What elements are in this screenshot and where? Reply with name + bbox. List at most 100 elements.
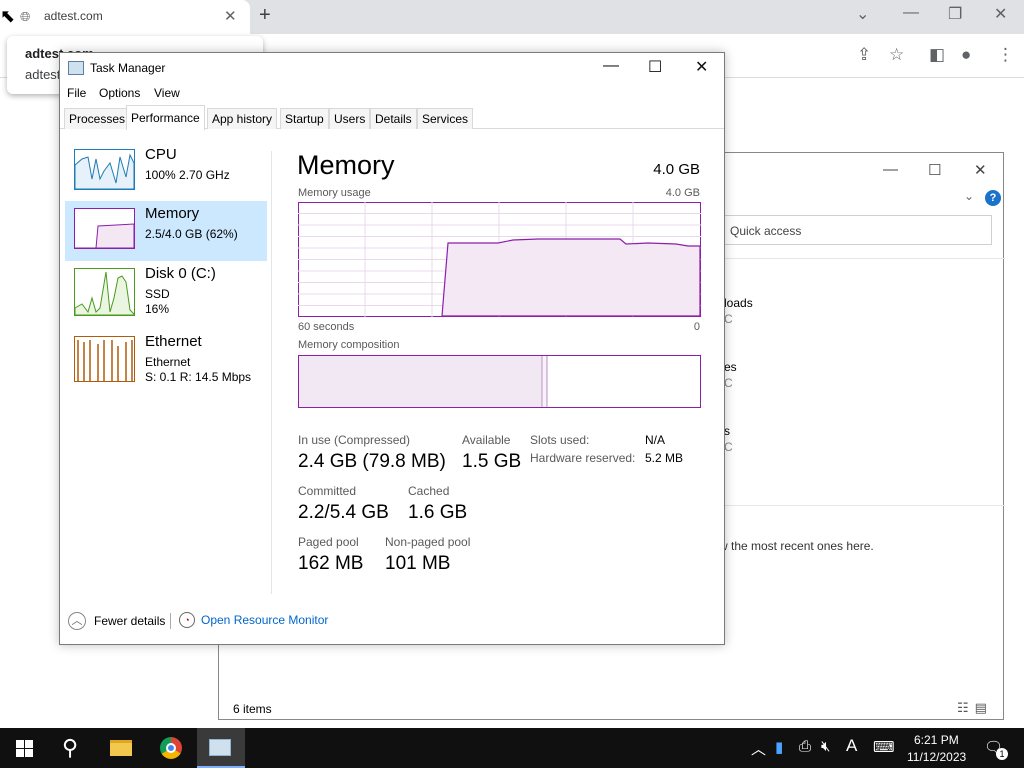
minimize-icon[interactable]: —	[903, 4, 919, 22]
folder-item-location: C	[724, 376, 733, 390]
clock-time[interactable]: 6:21 PM	[914, 733, 959, 747]
restore-icon[interactable]: ❐	[948, 4, 962, 24]
close-tab-icon[interactable]: ✕	[224, 7, 237, 25]
explorer-maximize-icon[interactable]: ☐	[928, 161, 941, 179]
non-paged-pool-value: 101 MB	[385, 553, 451, 574]
title-bar[interactable]: Task Manager — ☐ ✕	[60, 53, 724, 83]
close-icon[interactable]: ✕	[695, 57, 708, 77]
tray-app-icon[interactable]: ▮	[775, 738, 783, 756]
notification-count-badge: 1	[996, 748, 1008, 760]
time-axis-left: 60 seconds	[298, 321, 355, 333]
non-paged-pool-label: Non-paged pool	[385, 535, 471, 549]
minimize-icon[interactable]: —	[603, 57, 619, 75]
menu-file[interactable]: File	[67, 86, 86, 100]
folder-item[interactable]: loads C	[724, 296, 753, 326]
view-toggle-icons[interactable]: ☷▤	[957, 700, 993, 716]
side-panel-icon[interactable]: ◧	[929, 45, 945, 65]
tab-users[interactable]: Users	[329, 108, 371, 129]
start-button[interactable]	[0, 728, 48, 768]
in-use-label: In use (Compressed)	[298, 433, 411, 447]
menu-bar: File Options View	[60, 83, 724, 103]
share-icon[interactable]: ⇪	[857, 45, 871, 65]
taskbar-file-explorer[interactable]	[98, 728, 146, 768]
new-tab-icon[interactable]: +	[259, 4, 271, 27]
perf-item-memory[interactable]: Memory 2.5/4.0 GB (62%)	[65, 201, 267, 261]
cpu-thumbnail	[74, 149, 135, 190]
clock-date[interactable]: 11/12/2023	[907, 750, 966, 764]
input-method-icon[interactable]: A	[846, 736, 857, 756]
window-title: Task Manager	[90, 61, 166, 75]
show-hidden-icons-chevron-icon[interactable]: ︿	[751, 738, 766, 759]
memory-composition-caption: Memory composition	[298, 339, 400, 351]
chrome-icon	[160, 737, 182, 759]
windows-logo-icon	[16, 749, 24, 757]
browser-tab-strip: 🌐︎ adtest.com ✕ + ⌄ — ❐ ✕	[0, 0, 1024, 34]
tab-processes[interactable]: Processes	[64, 108, 131, 129]
tab-search-chevron-icon[interactable]: ⌄	[856, 4, 869, 24]
divider	[724, 258, 1005, 259]
tab-details[interactable]: Details	[370, 108, 417, 129]
search-button[interactable]: ⚲	[48, 728, 96, 768]
keyboard-icon[interactable]: ⌨	[873, 738, 895, 756]
windows-logo-icon	[25, 749, 33, 757]
folder-item-label: loads	[724, 296, 753, 310]
profile-icon[interactable]: ●	[961, 45, 971, 65]
perf-item-detail: 100% 2.70 GHz	[145, 168, 230, 182]
tab-performance[interactable]: Performance	[126, 105, 205, 130]
divider	[271, 151, 272, 594]
search-quick-access[interactable]: Quick access	[719, 215, 992, 245]
memory-thumbnail	[74, 208, 135, 249]
explorer-close-icon[interactable]: ✕	[974, 161, 987, 179]
memory-composition-bar	[298, 355, 701, 408]
taskbar: ⚲ ︿ ▮ ⎙ 🔇︎ A ⌨ 6:21 PM 11/12/2023 🗨︎	[0, 728, 1024, 768]
windows-logo-icon	[25, 740, 33, 748]
folder-item[interactable]: es C	[724, 360, 737, 390]
committed-label: Committed	[298, 484, 357, 498]
memory-total: 4.0 GB	[653, 161, 700, 178]
close-icon[interactable]: ✕	[994, 4, 1007, 24]
cached-label: Cached	[408, 484, 450, 498]
chevron-up-icon: ︿	[68, 612, 86, 630]
network-icon[interactable]: ⎙	[799, 738, 811, 755]
available-label: Available	[462, 433, 511, 447]
tab-app-history[interactable]: App history	[207, 108, 278, 129]
perf-item-name: Disk 0 (C:)	[145, 265, 216, 282]
menu-view[interactable]: View	[154, 86, 180, 100]
folder-item[interactable]: s C	[724, 424, 733, 454]
speaker-muted-icon[interactable]: 🔇︎	[821, 738, 830, 755]
bookmark-star-icon[interactable]: ☆	[889, 45, 904, 65]
paged-pool-label: Paged pool	[298, 535, 359, 549]
menu-options[interactable]: Options	[99, 86, 140, 100]
paged-pool-value: 162 MB	[298, 553, 364, 574]
disk-thumbnail	[74, 268, 135, 316]
perf-item-disk[interactable]: Disk 0 (C:) SSD 16%	[65, 261, 267, 321]
task-manager-icon	[68, 61, 84, 75]
maximize-icon[interactable]: ☐	[648, 57, 662, 77]
explorer-minimize-icon[interactable]: —	[883, 161, 898, 178]
page-title: Memory	[297, 150, 395, 180]
kebab-menu-icon[interactable]: ⋮	[997, 45, 1014, 65]
status-item-count: 6 items	[233, 702, 272, 716]
task-manager-window: Task Manager — ☐ ✕ File Options View Pro…	[59, 52, 725, 645]
perf-item-detail: S: 0.1 R: 14.5 Mbps	[145, 370, 252, 384]
browser-tab[interactable]: 🌐︎ adtest.com ✕	[0, 0, 250, 34]
divider	[724, 505, 1005, 506]
expand-ribbon-icon[interactable]: ⌄	[964, 189, 974, 203]
folder-item-label: es	[724, 360, 737, 374]
help-icon[interactable]: ?	[985, 190, 1001, 206]
memory-usage-caption: Memory usage	[298, 187, 371, 199]
cached-value: 1.6 GB	[408, 502, 468, 523]
perf-item-name: Ethernet	[145, 333, 202, 350]
taskbar-chrome[interactable]	[148, 728, 196, 768]
committed-value: 2.2/5.4 GB	[298, 502, 389, 523]
slots-used-label: Slots used:	[530, 433, 590, 447]
perf-item-cpu[interactable]: CPU 100% 2.70 GHz	[65, 142, 267, 202]
tab-startup[interactable]: Startup	[280, 108, 329, 129]
perf-item-detail: Ethernet	[145, 355, 191, 369]
tab-services[interactable]: Services	[417, 108, 474, 129]
search-quick-access-text: Quick access	[730, 224, 802, 238]
perf-item-name: Memory	[145, 205, 200, 222]
taskbar-task-manager[interactable]	[197, 728, 245, 768]
search-icon: ⚲	[62, 735, 79, 760]
perf-item-ethernet[interactable]: Ethernet Ethernet S: 0.1 R: 14.5 Mbps	[65, 329, 267, 389]
